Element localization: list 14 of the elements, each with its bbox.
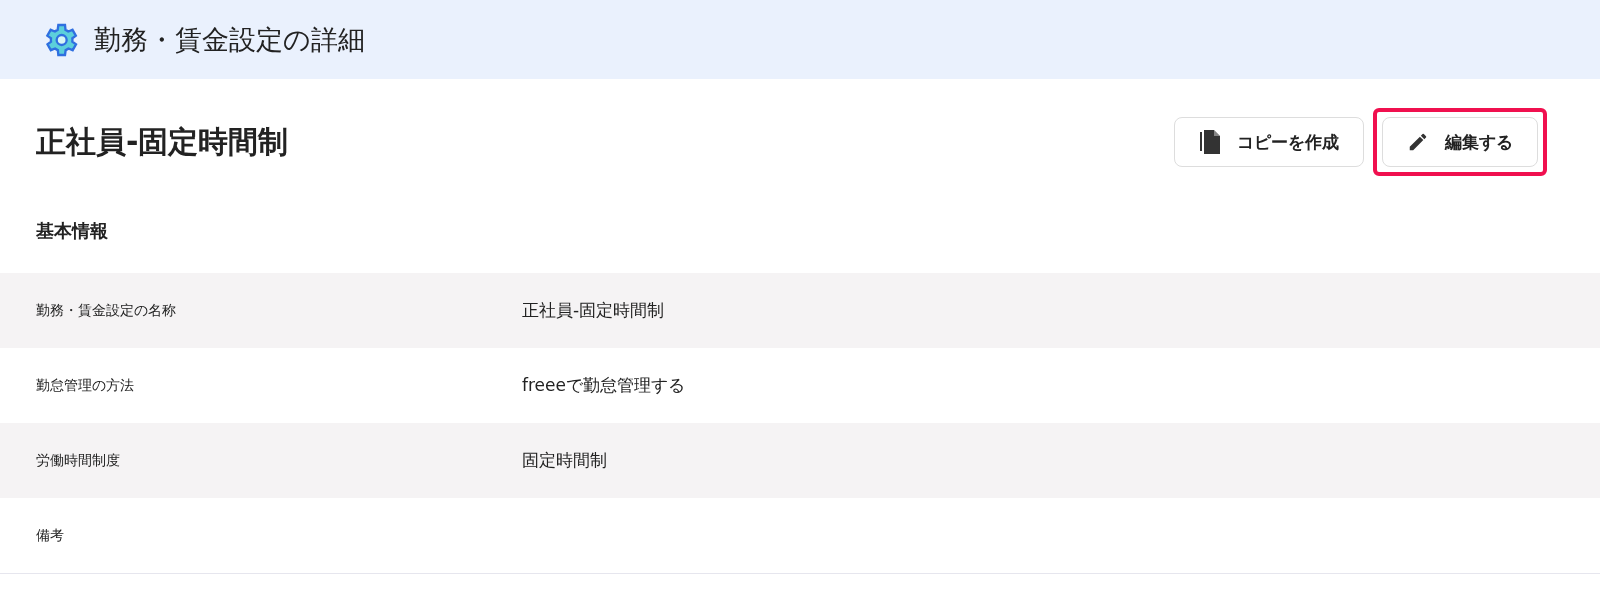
detail-title: 正社員-固定時間制 bbox=[36, 122, 289, 161]
field-value: 正社員-固定時間制 bbox=[522, 299, 666, 322]
field-label: 備考 bbox=[36, 526, 65, 545]
field-label: 労働時間制度 bbox=[36, 451, 121, 470]
copy-button[interactable]: コピーを作成 bbox=[1174, 117, 1364, 167]
section-heading: 基本情報 bbox=[35, 219, 109, 243]
page-header-title: 勤務・賃金設定の詳細 bbox=[94, 22, 365, 57]
field-value: 固定時間制 bbox=[522, 449, 608, 472]
field-value: freeeで勤怠管理する bbox=[522, 374, 686, 397]
edit-button[interactable]: 編集する bbox=[1382, 117, 1538, 167]
copy-icon bbox=[1199, 129, 1221, 155]
field-label: 勤務・賃金設定の名称 bbox=[36, 301, 177, 320]
field-label: 勤怠管理の方法 bbox=[36, 376, 135, 395]
pencil-icon bbox=[1407, 131, 1429, 153]
